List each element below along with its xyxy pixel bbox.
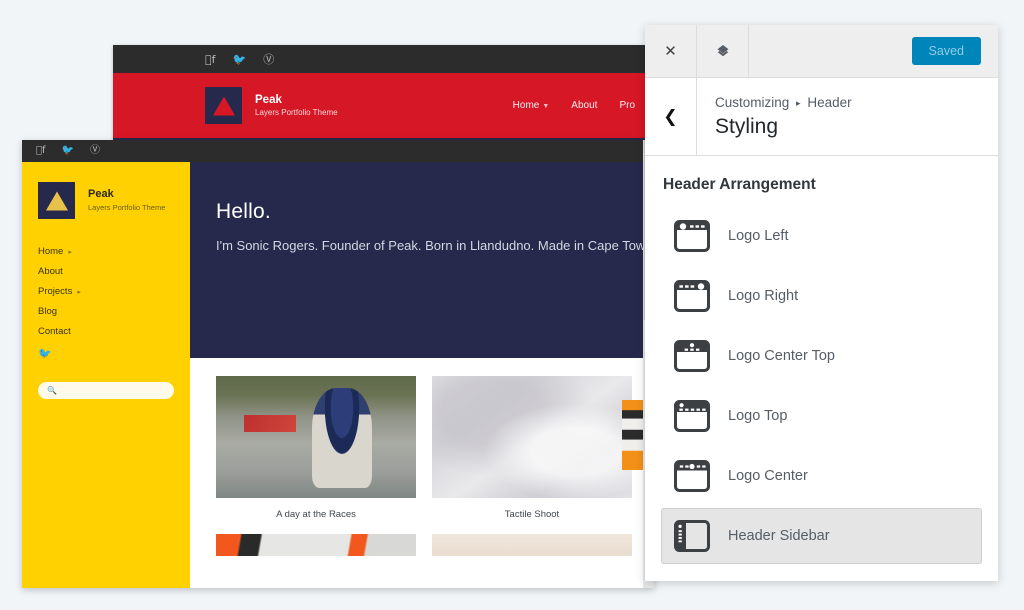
twitter-icon[interactable]: 🐦 [232, 54, 246, 65]
nav-item-projects[interactable]: Projects ▸ [38, 281, 174, 301]
front-brand-name: Peak [88, 188, 114, 201]
arrangement-label: Logo Right [728, 288, 799, 304]
collapse-chevrons-icon [717, 45, 728, 57]
front-content: Hello. I'm Sonic Rogers. Founder of Peak… [190, 162, 654, 588]
arrangement-label: Logo Center Top [728, 348, 835, 364]
customizer-topbar: ✕ Saved [645, 25, 998, 78]
arrangement-label: Logo Left [728, 228, 789, 244]
gallery-image[interactable] [432, 376, 632, 498]
hero-heading: Hello. [216, 200, 271, 223]
breadcrumb-current: Header [807, 95, 852, 110]
twitter-icon[interactable]: 🐦 [62, 146, 74, 156]
arrangement-option-logo-left[interactable]: Logo Left [661, 208, 982, 264]
back-site-header: Peak Layers Portfolio Theme Home ▼ About … [113, 73, 653, 138]
gallery: A day at the Races Tactile Shoot [190, 358, 654, 556]
arrangement-option-logo-center-top[interactable]: Logo Center Top [661, 328, 982, 384]
close-icon: ✕ [664, 42, 677, 60]
gallery-image[interactable] [216, 376, 416, 498]
front-logo-icon[interactable] [38, 182, 75, 219]
nav-item-contact[interactable]: Contact [38, 321, 174, 341]
vimeo-icon[interactable]: Ⓥ [90, 146, 100, 156]
layout-logo-center-top-icon [674, 340, 710, 372]
preview-window-front[interactable]: f 🐦 Ⓥ Peak Layers Portfolio Theme Home▸… [22, 140, 654, 588]
gallery-item[interactable]: A day at the Races [216, 376, 416, 534]
layout-logo-right-icon [674, 280, 710, 312]
search-icon: 🔍 [47, 386, 57, 395]
back-brand-name: Peak [255, 93, 282, 106]
gallery-caption: A day at the Races [276, 509, 356, 520]
back-nav: Home ▼ About Pro [513, 100, 635, 111]
front-social-bar: f 🐦 Ⓥ [22, 140, 654, 162]
hero-body: I'm Sonic Rogers. Founder of Peak. Born … [216, 238, 654, 253]
layout-logo-left-icon [674, 220, 710, 252]
gallery-image-clipped [622, 400, 644, 470]
gallery-image[interactable] [216, 534, 416, 556]
arrangement-label: Logo Top [728, 408, 788, 424]
search-input[interactable]: 🔍 [38, 382, 174, 399]
gallery-item[interactable] [432, 534, 632, 556]
header-sidebar: Peak Layers Portfolio Theme Home ▸ About … [22, 162, 190, 588]
header-arrangement-list: Logo Left Logo Right Logo Center Top Log… [661, 208, 982, 568]
breadcrumb-root[interactable]: Customizing [715, 95, 789, 110]
page-title: Styling [715, 115, 779, 138]
gallery-image[interactable] [432, 534, 632, 556]
front-main: Peak Layers Portfolio Theme Home ▸ About … [22, 162, 654, 588]
customizer-header: ❮ Customizing ▸ Header Styling [645, 78, 998, 156]
facebook-icon[interactable]: f [36, 146, 46, 156]
layout-logo-center-icon [674, 460, 710, 492]
front-nav: Home ▸ About Projects ▸ Blog Contact [38, 241, 174, 341]
facebook-icon[interactable]: f [205, 54, 215, 65]
collapse-button[interactable] [697, 25, 749, 77]
back-nav-item-about[interactable]: About [571, 100, 597, 111]
gallery-row-top: A day at the Races Tactile Shoot [216, 376, 632, 534]
front-brand: Peak Layers Portfolio Theme [38, 182, 174, 219]
breadcrumb-separator: ▸ [796, 98, 801, 108]
hero-section: Hello. I'm Sonic Rogers. Founder of Peak… [190, 162, 654, 358]
arrangement-label: Header Sidebar [728, 528, 830, 544]
back-button[interactable]: ❮ [645, 78, 697, 155]
arrangement-option-logo-center[interactable]: Logo Center [661, 448, 982, 504]
gallery-item[interactable]: Tactile Shoot [432, 376, 632, 534]
vimeo-icon[interactable]: Ⓥ [263, 54, 274, 65]
back-brand-tagline: Layers Portfolio Theme [255, 107, 338, 117]
back-brand: Peak Layers Portfolio Theme [255, 93, 338, 119]
front-brand-tagline: Layers Portfolio Theme [88, 203, 166, 212]
arrangement-option-logo-top[interactable]: Logo Top [661, 388, 982, 444]
back-nav-item-projects[interactable]: Pro [619, 100, 635, 111]
gallery-item[interactable] [216, 534, 416, 556]
layout-header-sidebar-icon [674, 520, 710, 552]
breadcrumb: Customizing ▸ Header [715, 95, 852, 110]
customizer-body: Header Arrangement Logo Left Logo Right … [645, 156, 998, 581]
section-title: Header Arrangement [663, 176, 816, 193]
save-button[interactable]: Saved [911, 37, 981, 65]
arrangement-label: Logo Center [728, 468, 808, 484]
layout-logo-top-icon [674, 400, 710, 432]
nav-item-about[interactable]: About [38, 261, 174, 281]
back-nav-item-home[interactable]: Home ▼ [513, 100, 550, 111]
customizer-titles: Customizing ▸ Header Styling [697, 78, 852, 155]
gallery-row-bottom [216, 534, 632, 556]
arrangement-option-logo-right[interactable]: Logo Right [661, 268, 982, 324]
customizer-panel: ✕ Saved ❮ Customizing ▸ Header Styling H… [645, 25, 998, 581]
back-social-bar: f 🐦 Ⓥ [113, 45, 653, 73]
nav-item-blog[interactable]: Blog [38, 301, 174, 321]
gallery-caption: Tactile Shoot [504, 509, 560, 520]
chevron-left-icon: ❮ [663, 106, 678, 127]
arrangement-option-header-sidebar[interactable]: Header Sidebar [661, 508, 982, 564]
close-button[interactable]: ✕ [645, 25, 697, 77]
back-logo-icon[interactable] [205, 87, 242, 124]
nav-item-home[interactable]: Home ▸ [38, 241, 174, 261]
twitter-icon[interactable]: 🐦 [38, 347, 174, 360]
